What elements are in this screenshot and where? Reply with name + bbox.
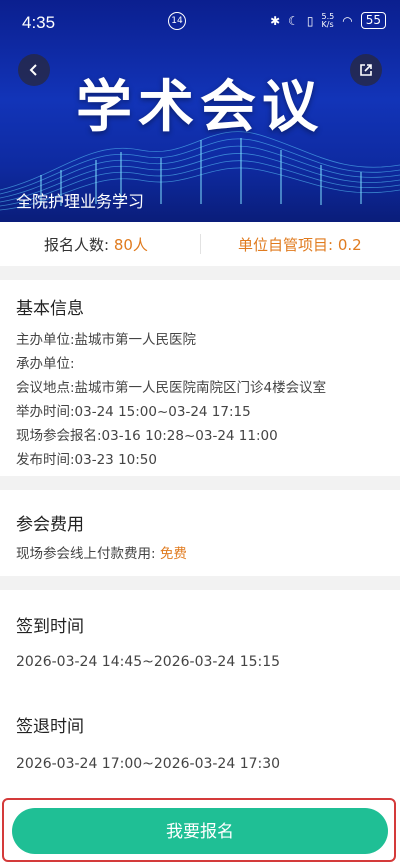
signup-count-label: 报名人数: — [44, 236, 110, 254]
signup-button[interactable]: 我要报名 — [12, 808, 388, 854]
basic-info-card: 基本信息 主办单位:盐城市第一人民医院 承办单位: 会议地点:盐城市第一人民医院… — [0, 280, 400, 476]
fee-card: 参会费用 现场参会线上付款费用: 免费 — [0, 490, 400, 576]
notification-icon: 14 — [168, 12, 186, 30]
info-row-published: 发布时间:03-23 10:50 — [16, 452, 157, 468]
bluetooth-icon: ✱ — [270, 13, 281, 28]
info-row-co-organizer: 承办单位: — [16, 356, 75, 372]
info-row-organizer: 主办单位:盐城市第一人民医院 — [16, 332, 197, 348]
attendance-time-card: 签到时间 2026-03-24 14:45~2026-03-24 15:15 签… — [0, 590, 400, 796]
info-row-registration: 现场参会报名:03-16 10:28~03-24 11:00 — [16, 428, 278, 444]
stats-divider — [200, 234, 201, 254]
checkout-title: 签退时间 — [16, 717, 84, 737]
fee-row: 现场参会线上付款费用: 免费 — [16, 542, 187, 562]
net-speed: 5.5 K/s — [321, 11, 335, 29]
battery-icon: 55 — [360, 12, 386, 29]
info-row-time: 举办时间:03-24 15:00~03-24 17:15 — [16, 404, 251, 420]
stats-bar: 报名人数: 80人 单位自管项目: 0.2 — [0, 222, 400, 266]
info-row-location: 会议地点:盐城市第一人民医院南院区门诊4楼会议室 — [16, 380, 327, 396]
fee-title: 参会费用 — [16, 515, 84, 535]
fee-label: 现场参会线上付款费用: — [16, 546, 156, 562]
meeting-subtitle: 全院护理业务学习 — [16, 192, 145, 211]
checkin-time: 2026-03-24 14:45~2026-03-24 15:15 — [16, 654, 281, 670]
vibrate-icon: ▯ — [306, 13, 314, 28]
checkin-title: 签到时间 — [16, 617, 84, 637]
status-bar: 4:35 14 ✱ ☾ ▯ 5.5 K/s ◠ 55 — [0, 0, 400, 44]
signup-count-value: 80人 — [113, 236, 148, 254]
credit-label: 单位自管项目: 0.2 — [238, 236, 362, 254]
basic-info-title: 基本信息 — [16, 299, 84, 319]
wifi-icon: ◠ — [342, 13, 353, 28]
do-not-disturb-icon: ☾ — [288, 13, 299, 28]
status-time: 4:35 — [22, 13, 56, 32]
fee-value: 免费 — [159, 546, 187, 562]
page-title: 学术会议 — [76, 75, 324, 140]
signup-count: 报名人数: 80人 — [44, 234, 148, 255]
checkout-time: 2026-03-24 17:00~2026-03-24 17:30 — [16, 756, 281, 772]
hero-banner: 4:35 14 ✱ ☾ ▯ 5.5 K/s ◠ 55 学术会议 全院护理业务学习 — [0, 0, 400, 222]
